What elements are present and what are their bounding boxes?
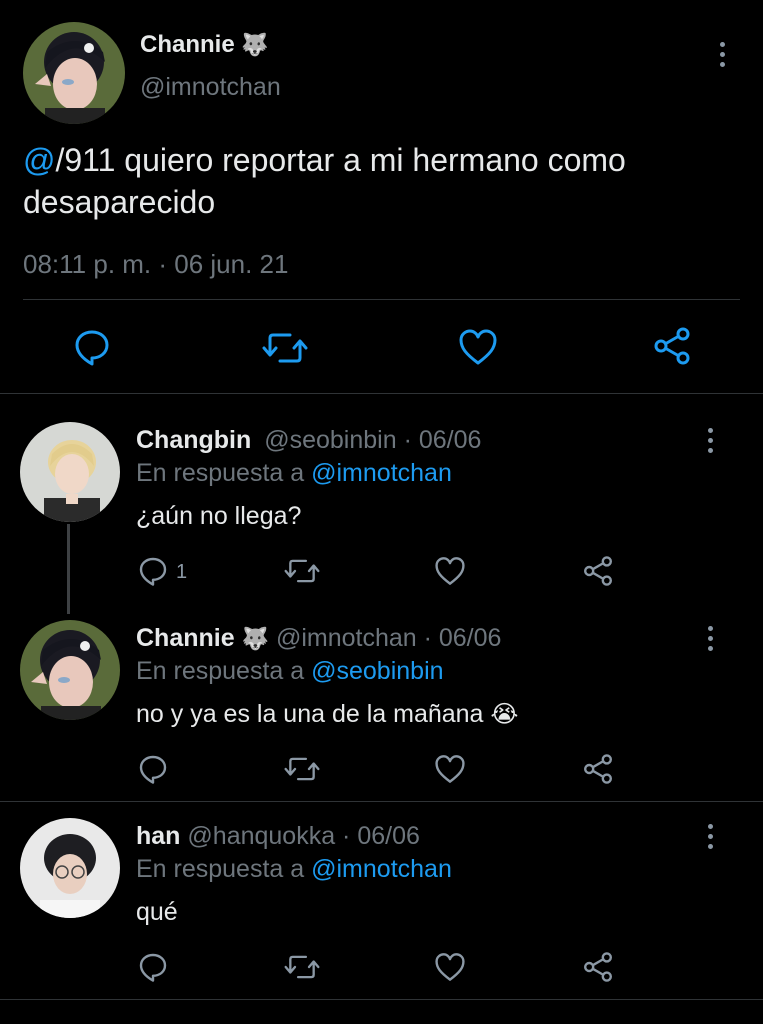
more-options-icon[interactable]: [700, 620, 720, 656]
reply-context-label: En respuesta a: [136, 459, 305, 487]
share-icon[interactable]: [652, 326, 692, 366]
wolf-emoji-icon: 🐺: [241, 32, 269, 57]
tweet-text-body: no y ya es la una de la mañana: [136, 700, 484, 728]
author-name[interactable]: han: [136, 822, 180, 850]
share-icon[interactable]: [582, 753, 614, 785]
tweet-timestamp[interactable]: 08:11 p. m. · 06 jun. 21: [23, 248, 288, 280]
more-options-icon[interactable]: [700, 818, 720, 854]
share-icon[interactable]: [582, 951, 614, 983]
divider: [0, 999, 763, 1000]
tweet-text: no y ya es la una de la mañana 😭: [136, 697, 518, 732]
author-name[interactable]: Channie: [140, 31, 235, 58]
divider: [23, 299, 740, 300]
share-icon[interactable]: [582, 555, 614, 587]
tweet-text-line1: /911 quiero reportar a mi hermano como: [55, 142, 626, 178]
avatar[interactable]: [20, 620, 120, 720]
tweet-text: @/911 quiero reportar a mi hermano como …: [23, 139, 743, 223]
like-icon[interactable]: [434, 556, 466, 586]
author-handle[interactable]: @imnotchan: [140, 72, 281, 102]
reply-to-link[interactable]: @seobinbin: [311, 657, 443, 685]
reply-count: 1: [176, 561, 188, 583]
author-handle-date[interactable]: @imnotchan · 06/06: [276, 624, 502, 652]
reply-icon[interactable]: [72, 327, 112, 367]
divider: [0, 393, 763, 394]
wolf-emoji-icon: 🐺: [241, 626, 269, 651]
retweet-icon[interactable]: [284, 557, 320, 585]
reply-to-link[interactable]: @imnotchan: [311, 459, 452, 487]
author-handle-date[interactable]: @hanquokka · 06/06: [187, 822, 419, 850]
mention-link[interactable]: @: [23, 142, 55, 178]
reply-icon[interactable]: [137, 555, 169, 587]
author-name[interactable]: Channie: [136, 624, 235, 652]
retweet-icon[interactable]: [284, 755, 320, 783]
reply-context-label: En respuesta a: [136, 657, 305, 685]
divider: [0, 801, 763, 802]
tweet-text: qué: [136, 898, 178, 926]
like-icon[interactable]: [458, 328, 498, 366]
thread-line: [67, 524, 70, 614]
avatar[interactable]: [20, 422, 120, 522]
like-icon[interactable]: [434, 754, 466, 784]
reply-to-link[interactable]: @imnotchan: [311, 855, 452, 883]
tweet-text-line2: desaparecido: [23, 184, 216, 220]
more-options-icon[interactable]: [700, 422, 720, 458]
author-name[interactable]: Changbin: [136, 426, 251, 454]
reply-icon[interactable]: [137, 951, 169, 983]
like-icon[interactable]: [434, 952, 466, 982]
avatar[interactable]: [20, 818, 120, 918]
author-handle-date[interactable]: @seobinbin · 06/06: [264, 426, 481, 454]
reply-context-label: En respuesta a: [136, 855, 305, 883]
crying-emoji-icon: 😭: [490, 701, 519, 728]
retweet-icon[interactable]: [284, 953, 320, 981]
tweet-text: ¿aún no llega?: [136, 502, 302, 530]
reply-icon[interactable]: [137, 753, 169, 785]
more-options-icon[interactable]: [712, 36, 732, 72]
retweet-icon[interactable]: [262, 330, 308, 366]
avatar[interactable]: [23, 22, 125, 124]
